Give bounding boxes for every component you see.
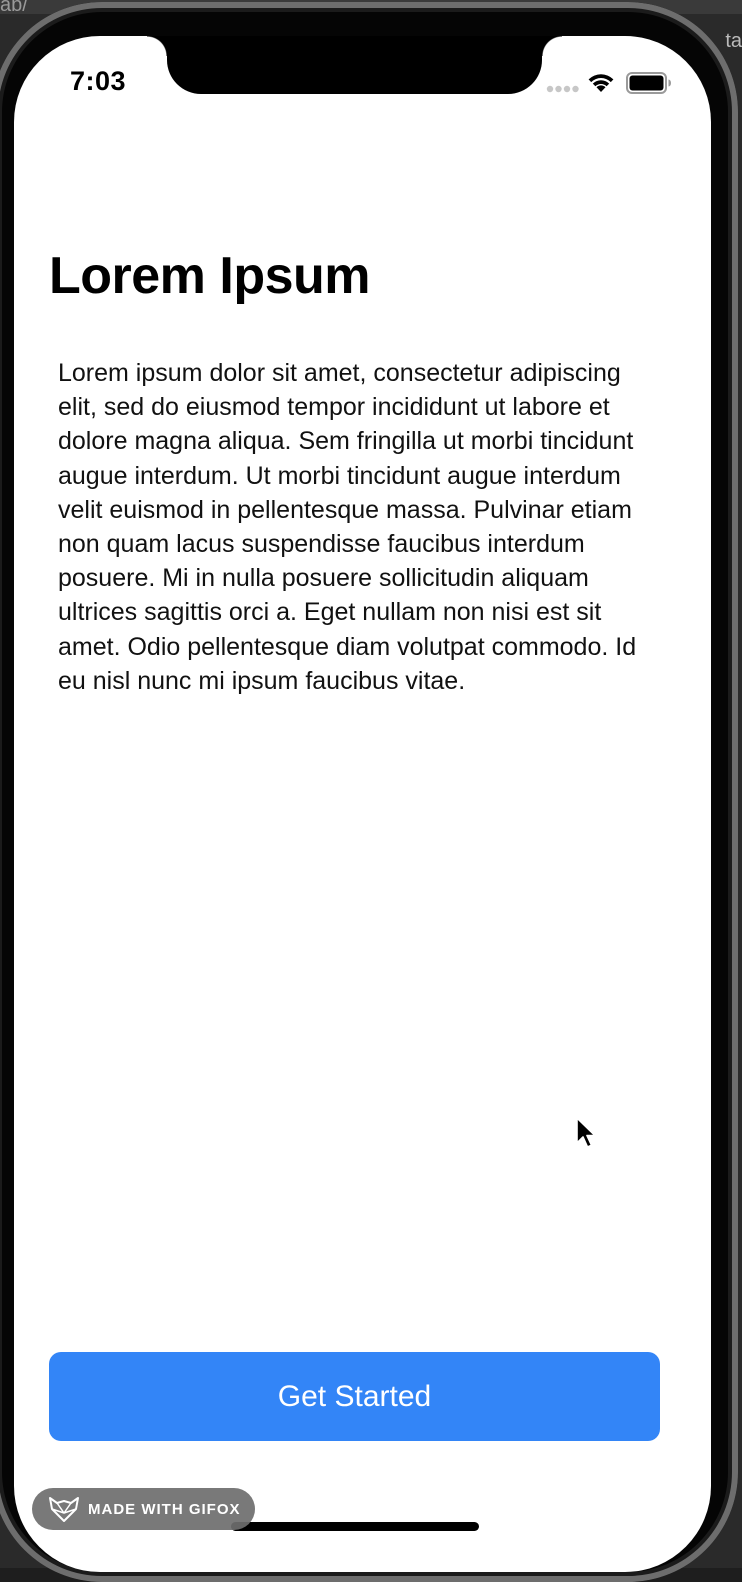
get-started-button[interactable]: Get Started [49,1352,660,1441]
status-time: 7:03 [70,66,127,96]
fox-logo-icon [49,1497,79,1522]
battery-icon [626,72,671,94]
desktop-text-fragment: ta [725,30,742,52]
url-fragment: ab/ [0,0,28,16]
notch [147,36,562,94]
page-title: Lorem Ipsum [49,247,371,305]
cellular-signal-icon [546,85,579,93]
phone-frame: 7:03 Lorem Ipsum Lorem ipsum dolor sit a… [0,2,738,1582]
mouse-pointer-icon [576,1117,596,1148]
watermark-text: MADE WITH GIFOX [88,1500,241,1518]
gifox-watermark: MADE WITH GIFOX [32,1488,255,1530]
body-paragraph: Lorem ipsum dolor sit amet, consectetur … [58,359,637,695]
phone-screen: 7:03 Lorem Ipsum Lorem ipsum dolor sit a… [14,36,711,1572]
wifi-icon [588,74,614,92]
home-indicator[interactable] [231,1522,479,1531]
